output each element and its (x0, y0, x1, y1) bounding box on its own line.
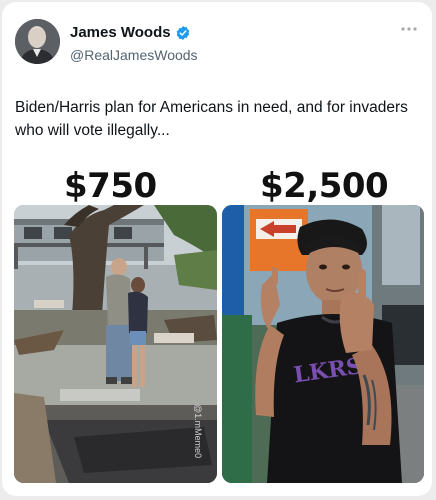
author-handle[interactable]: @RealJamesWoods (70, 47, 198, 63)
author-name[interactable]: James Woods (70, 24, 171, 41)
tweet-card: James Woods @RealJamesWoods Biden/Harris… (2, 2, 432, 496)
meme-watermark: @1.mMeme0 (193, 404, 203, 459)
right-meme-photo[interactable]: LKRS (222, 205, 424, 483)
left-meme-photo[interactable] (14, 205, 217, 483)
tweet-text: Biden/Harris plan for Americans in need,… (15, 99, 408, 139)
meme-left-caption: $750 (64, 166, 157, 206)
meme-right-caption: $2,500 (260, 166, 389, 206)
verified-badge-icon (176, 25, 189, 40)
avatar[interactable] (15, 19, 60, 64)
more-options-icon[interactable] (400, 26, 418, 32)
